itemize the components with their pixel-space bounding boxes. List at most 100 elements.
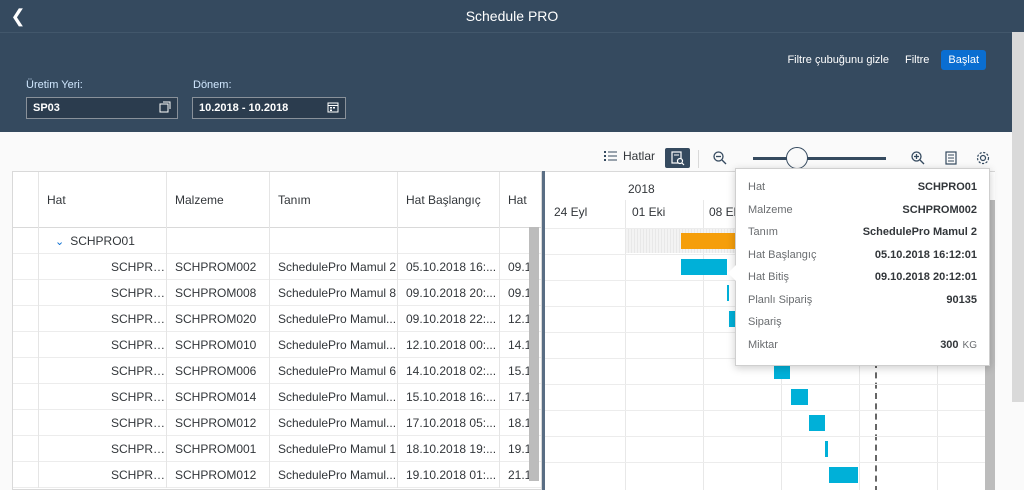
column-header-tanim[interactable]: Tanım xyxy=(270,172,398,228)
cell-malzeme: SCHPROM020 xyxy=(167,306,270,332)
cell-malzeme: SCHPROM014 xyxy=(167,384,270,410)
table-row[interactable]: SCHPRO01SCHPROM014SchedulePro Mamul...15… xyxy=(13,384,541,410)
table-row[interactable]: SCHPRO01SCHPROM020SchedulePro Mamul...09… xyxy=(13,306,541,332)
gantt-row-line xyxy=(545,410,995,411)
popover-row: Hat SCHPRO01 xyxy=(748,177,977,197)
cell-malzeme: SCHPROM001 xyxy=(167,436,270,462)
task-bar[interactable] xyxy=(727,285,729,301)
filter-bar: Filtre çubuğunu gizle Filtre Başlat Üret… xyxy=(0,32,1024,132)
cell-baslangic: 18.10.2018 19:... xyxy=(398,436,500,462)
task-bar[interactable] xyxy=(681,259,727,275)
column-header-malzeme[interactable]: Malzeme xyxy=(167,172,270,228)
zoom-slider-track[interactable] xyxy=(753,157,886,160)
row-selector[interactable] xyxy=(13,410,39,436)
table-row[interactable]: SCHPRO01SCHPROM008SchedulePro Mamul 809.… xyxy=(13,280,541,306)
settings-icon[interactable] xyxy=(975,150,991,166)
gantt-year-label: 2018 xyxy=(628,182,655,196)
popover-row: Tanım SchedulePro Mamul 2 xyxy=(748,222,977,242)
row-selector[interactable] xyxy=(13,358,39,384)
cell-malzeme: SCHPROM008 xyxy=(167,280,270,306)
cell-hat: SCHPRO01 xyxy=(39,306,167,332)
gantt-tick-label: 24 Eyl xyxy=(554,205,588,219)
lines-table: Hat Malzeme Tanım Hat Başlangıç Hat ⌄ SCH… xyxy=(12,171,542,490)
task-bar[interactable] xyxy=(791,389,808,405)
filter-bar-actions: Filtre çubuğunu gizle Filtre Başlat xyxy=(779,50,986,70)
cell-tanim: SchedulePro Mamul... xyxy=(270,462,398,488)
empty-cell xyxy=(398,228,500,254)
cell-hat: SCHPRO01 xyxy=(39,462,167,488)
task-bar[interactable] xyxy=(825,441,828,457)
hide-filterbar-button[interactable]: Filtre çubuğunu gizle xyxy=(779,50,897,70)
row-selector[interactable] xyxy=(13,462,39,488)
cell-malzeme: SCHPROM012 xyxy=(167,462,270,488)
table-row[interactable]: SCHPRO01SCHPROM010SchedulePro Mamul...12… xyxy=(13,332,541,358)
filter-button[interactable]: Filtre xyxy=(897,50,937,70)
cell-baslangic: 19.10.2018 01:... xyxy=(398,462,500,488)
row-selector[interactable] xyxy=(13,306,39,332)
calendar-icon[interactable] xyxy=(327,101,339,113)
cell-hat: SCHPRO01 xyxy=(39,384,167,410)
column-header-bitis[interactable]: Hat xyxy=(500,172,541,228)
row-selector[interactable] xyxy=(13,384,39,410)
value-help-icon[interactable] xyxy=(159,101,171,113)
popover-row: Sipariş xyxy=(748,312,977,332)
popover-value-text: 90135 xyxy=(946,293,977,306)
plant-input[interactable]: SP03 xyxy=(26,97,178,119)
period-input[interactable]: 10.2018 - 10.2018 xyxy=(192,97,346,119)
cell-tanim: SchedulePro Mamul... xyxy=(270,384,398,410)
popover-key: Planlı Sipariş xyxy=(748,293,813,306)
legend-icon[interactable] xyxy=(943,150,959,166)
row-selector[interactable] xyxy=(13,436,39,462)
zoom-slider-handle[interactable] xyxy=(786,147,808,169)
start-button[interactable]: Başlat xyxy=(941,50,986,70)
popover-key: Malzeme xyxy=(748,203,793,216)
empty-cell xyxy=(167,228,270,254)
zoom-in-icon[interactable] xyxy=(910,150,926,166)
popover-row: Planlı Sipariş 90135 xyxy=(748,290,977,310)
row-selector[interactable] xyxy=(13,280,39,306)
table-header: Hat Malzeme Tanım Hat Başlangıç Hat xyxy=(13,172,541,228)
table-scrollbar[interactable] xyxy=(529,227,539,481)
gantt-row-line xyxy=(545,384,995,385)
group-row[interactable]: ⌄ SCHPRO01 xyxy=(13,228,541,254)
table-row[interactable]: SCHPRO01SCHPROM012SchedulePro Mamul...19… xyxy=(13,462,541,488)
gantt-row-line xyxy=(545,462,995,463)
column-header-baslangic[interactable]: Hat Başlangıç xyxy=(398,172,500,228)
table-row[interactable]: SCHPRO01SCHPROM002SchedulePro Mamul 205.… xyxy=(13,254,541,280)
table-row[interactable]: SCHPRO01SCHPROM006SchedulePro Mamul 614.… xyxy=(13,358,541,384)
popover-value-text: 05.10.2018 16:12:01 xyxy=(874,248,977,261)
popover-value-text: 09.10.2018 20:12:01 xyxy=(874,271,977,283)
page-scrollbar[interactable] xyxy=(1012,32,1024,402)
cell-hat: SCHPRO01 xyxy=(39,436,167,462)
gantt-tick-label: 01 Eki xyxy=(632,205,666,219)
popover-key: Hat xyxy=(748,181,766,193)
popover-key: Hat Bitiş xyxy=(748,271,789,283)
popover-value: 90135 xyxy=(946,290,977,310)
task-bar[interactable] xyxy=(809,415,825,431)
cell-tanim: SchedulePro Mamul... xyxy=(270,410,398,436)
chevron-down-icon[interactable]: ⌄ xyxy=(55,229,64,254)
selector-column[interactable] xyxy=(13,172,39,228)
lines-button[interactable]: Hatlar xyxy=(604,149,655,163)
zoom-out-icon[interactable] xyxy=(712,150,728,166)
popover-value: 05.10.2018 16:12:01 xyxy=(875,245,977,265)
row-selector[interactable] xyxy=(13,332,39,358)
column-header-hat[interactable]: Hat xyxy=(39,172,167,228)
task-bar[interactable] xyxy=(829,467,858,483)
row-selector[interactable] xyxy=(13,254,39,280)
popover-value: 09.10.2018 20:12:01 xyxy=(875,267,977,287)
table-filter-button[interactable] xyxy=(665,148,690,168)
cell-baslangic: 14.10.2018 02:... xyxy=(398,358,500,384)
cell-malzeme: SCHPROM002 xyxy=(167,254,270,280)
popover-value: SchedulePro Mamul 2 xyxy=(863,222,977,242)
cell-hat: SCHPRO01 xyxy=(39,358,167,384)
gantt-row-line xyxy=(545,436,995,437)
cell-hat: SCHPRO01 xyxy=(39,254,167,280)
table-row[interactable]: SCHPRO01SCHPROM012SchedulePro Mamul...17… xyxy=(13,410,541,436)
popover-value: 300 KG xyxy=(940,335,977,356)
popover-value: SCHPROM002 xyxy=(902,200,977,220)
table-row[interactable]: SCHPRO01SCHPROM001SchedulePro Mamul 118.… xyxy=(13,436,541,462)
plant-value: SP03 xyxy=(33,102,60,114)
popover-arrow xyxy=(728,265,736,281)
table-search-icon xyxy=(671,151,685,166)
